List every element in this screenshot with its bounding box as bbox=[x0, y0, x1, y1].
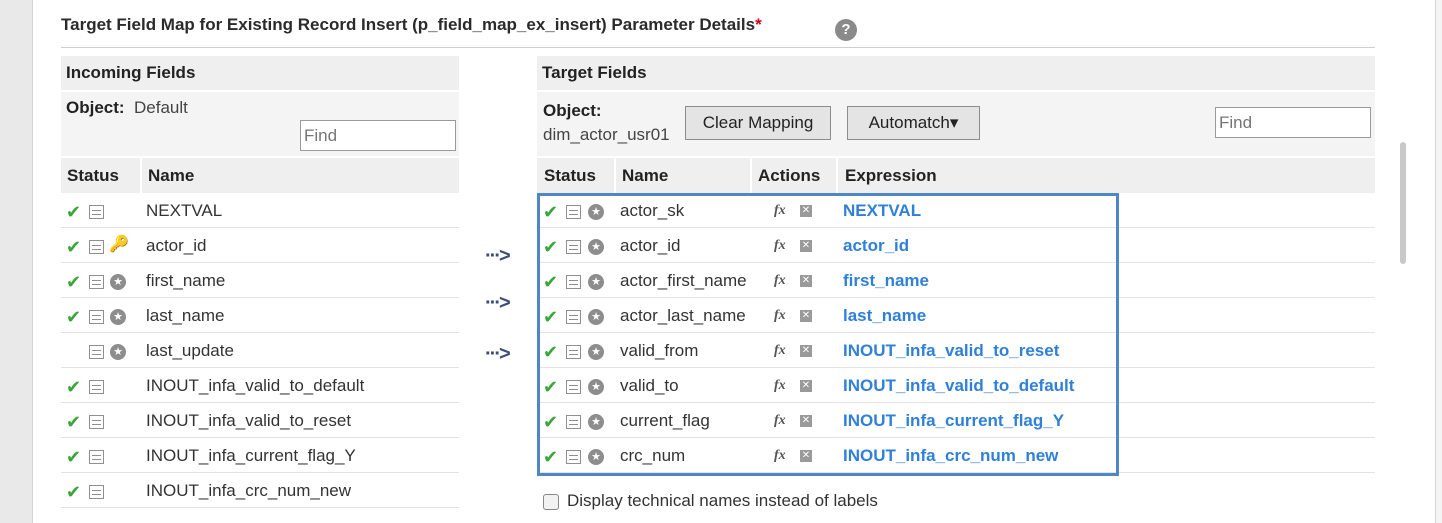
details-icon[interactable] bbox=[89, 310, 104, 324]
details-icon[interactable] bbox=[89, 345, 104, 359]
table-row[interactable]: ✔ NEXTVAL bbox=[61, 193, 459, 228]
table-row[interactable]: ✔ ★ last_name bbox=[61, 298, 459, 333]
field-name: NEXTVAL bbox=[146, 201, 223, 220]
field-name: actor_id bbox=[146, 236, 207, 255]
check-icon: ✔ bbox=[66, 272, 82, 292]
panel-scrollbar-thumb[interactable] bbox=[1400, 142, 1406, 264]
target-object-value: dim_actor_usr01 bbox=[543, 125, 670, 144]
check-icon: ✔ bbox=[66, 237, 82, 257]
section-title-text: Target Field Map for Existing Record Ins… bbox=[61, 15, 756, 34]
mapping-arrow-icon: ···> bbox=[485, 292, 511, 314]
star-icon: ★ bbox=[110, 344, 126, 360]
clear-mapping-button[interactable]: Clear Mapping bbox=[685, 106, 831, 140]
key-icon: 🔑 bbox=[109, 236, 129, 253]
target-col-name: Name bbox=[622, 166, 669, 185]
table-row[interactable]: ✔ INOUT_infa_valid_to_reset bbox=[61, 403, 459, 438]
field-name: first_name bbox=[146, 271, 226, 290]
check-icon: ✔ bbox=[66, 377, 82, 397]
target-table-header: Status Name Actions Expression bbox=[537, 158, 1375, 193]
mapping-arrow-icon: ···> bbox=[485, 245, 511, 267]
check-icon: ✔ bbox=[66, 447, 82, 467]
incoming-find-input[interactable] bbox=[300, 120, 456, 151]
section-title: Target Field Map for Existing Record Ins… bbox=[61, 15, 762, 35]
incoming-object-value: Default bbox=[134, 98, 188, 117]
automatch-label: Automatch bbox=[868, 113, 950, 132]
target-col-status: Status bbox=[544, 166, 596, 185]
star-icon: ★ bbox=[110, 274, 126, 290]
check-icon: ✔ bbox=[66, 202, 82, 222]
incoming-fields-title: Incoming Fields bbox=[66, 63, 196, 82]
incoming-fields-header: Incoming Fields bbox=[61, 56, 459, 90]
mapped-fields-highlight bbox=[537, 193, 1119, 476]
details-icon[interactable] bbox=[89, 485, 104, 499]
table-row[interactable]: ✔ ★ first_name bbox=[61, 263, 459, 298]
field-name: last_name bbox=[146, 306, 225, 325]
chevron-down-icon: ▾ bbox=[949, 113, 959, 132]
details-icon[interactable] bbox=[89, 450, 104, 464]
incoming-table-header: Status Name bbox=[61, 158, 459, 193]
check-icon: ✔ bbox=[66, 307, 82, 327]
target-col-expression: Expression bbox=[845, 166, 937, 185]
details-icon[interactable] bbox=[89, 415, 104, 429]
field-name: INOUT_infa_crc_num_new bbox=[146, 481, 352, 500]
target-col-actions: Actions bbox=[758, 166, 821, 185]
title-divider bbox=[61, 47, 1375, 48]
technical-names-label[interactable]: Display technical names instead of label… bbox=[567, 491, 878, 511]
target-find-input[interactable] bbox=[1215, 107, 1371, 138]
incoming-col-name: Name bbox=[148, 166, 195, 185]
required-marker: * bbox=[755, 15, 762, 34]
details-icon[interactable] bbox=[89, 275, 104, 289]
table-row[interactable]: ✔ INOUT_infa_crc_num_new bbox=[61, 473, 459, 508]
star-icon: ★ bbox=[110, 309, 126, 325]
target-fields-header: Target Fields bbox=[537, 56, 1375, 90]
table-row[interactable]: ★ last_update bbox=[61, 333, 459, 368]
help-icon[interactable]: ? bbox=[835, 19, 857, 41]
table-row[interactable]: ✔ INOUT_infa_valid_to_default bbox=[61, 368, 459, 403]
table-row[interactable]: ✔ INOUT_infa_current_flag_Y bbox=[61, 438, 459, 473]
incoming-col-status: Status bbox=[67, 166, 119, 185]
check-icon: ✔ bbox=[66, 412, 82, 432]
incoming-object-label: Object: bbox=[66, 98, 125, 117]
details-icon[interactable] bbox=[89, 380, 104, 394]
details-icon[interactable] bbox=[89, 205, 104, 219]
target-object-label: Object: bbox=[543, 101, 602, 120]
field-name: INOUT_infa_current_flag_Y bbox=[146, 446, 356, 465]
automatch-button[interactable]: Automatch▾ bbox=[847, 106, 980, 140]
target-fields-title: Target Fields bbox=[542, 63, 647, 82]
field-name: INOUT_infa_valid_to_reset bbox=[146, 411, 352, 430]
field-name: last_update bbox=[146, 341, 234, 360]
details-icon[interactable] bbox=[89, 240, 104, 254]
field-name: INOUT_infa_valid_to_default bbox=[146, 376, 365, 395]
check-icon: ✔ bbox=[66, 482, 82, 502]
mapping-arrow-icon: ···> bbox=[485, 343, 511, 365]
table-row[interactable]: ✔ 🔑 actor_id bbox=[61, 228, 459, 263]
technical-names-checkbox[interactable] bbox=[543, 494, 559, 510]
